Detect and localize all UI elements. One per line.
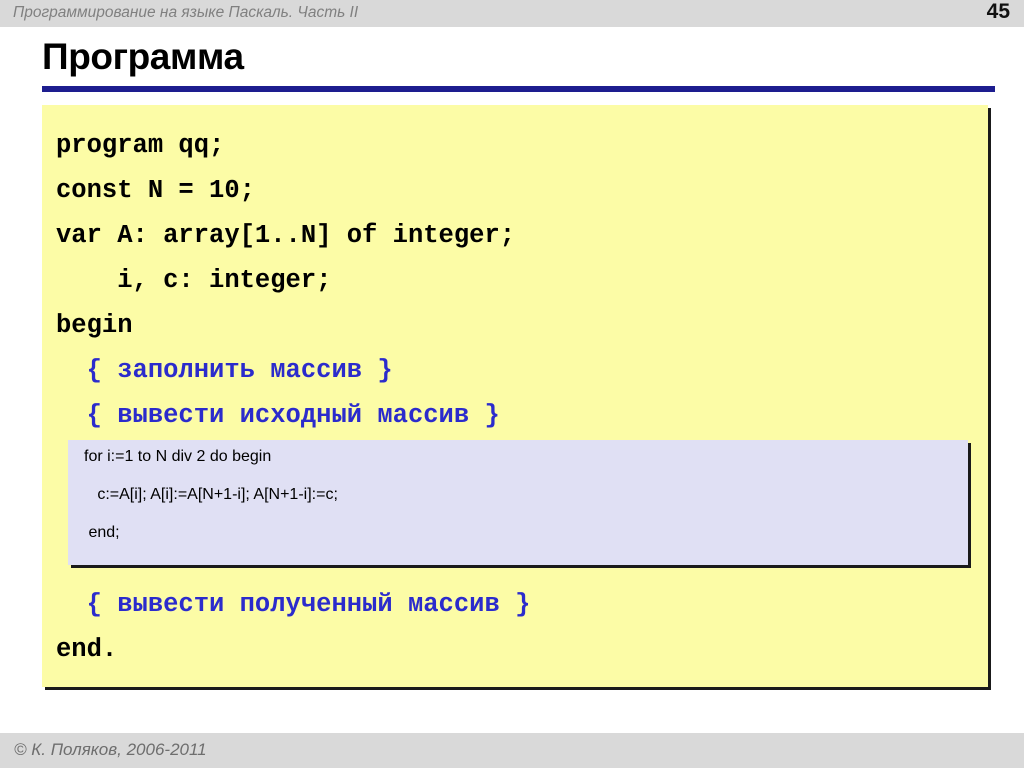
page-number: 45: [986, 0, 1010, 23]
code-comment-line: { заполнить массив }: [56, 356, 393, 385]
course-title: Программирование на языке Паскаль. Часть…: [13, 4, 359, 21]
code-line: i, c: integer;: [56, 266, 332, 295]
highlighted-code-line: end;: [84, 524, 120, 541]
title-underline-rule: [42, 86, 995, 92]
code-listing: program qq; const N = 10; var A: array[1..…: [42, 105, 988, 687]
code-line: begin: [56, 311, 133, 340]
highlighted-code-line: for i:=1 to N div 2 do begin: [84, 448, 272, 465]
code-comment-line: { вывести исходный массив }: [56, 401, 500, 430]
copyright-text: © К. Поляков, 2006-2011: [14, 740, 207, 759]
highlighted-code-line: c:=A[i]; A[i]:=A[N+1-i]; A[N+1-i]:=c;: [84, 486, 338, 503]
code-line: end.: [56, 635, 118, 664]
code-card: program qq; const N = 10; var A: array[1..…: [42, 105, 988, 687]
highlighted-code-block: for i:=1 to N div 2 do begin c:=A[i]; A[…: [68, 440, 968, 565]
code-line: var A: array[1..N] of integer;: [56, 221, 516, 250]
page-title: Программа: [42, 36, 244, 77]
code-line: program qq;: [56, 131, 225, 160]
header-band: Программирование на языке Паскаль. Часть…: [0, 0, 1024, 27]
code-comment-line: { вывести полученный массив }: [56, 590, 531, 619]
footer-band: © К. Поляков, 2006-2011: [0, 733, 1024, 768]
code-line: const N = 10;: [56, 176, 255, 205]
